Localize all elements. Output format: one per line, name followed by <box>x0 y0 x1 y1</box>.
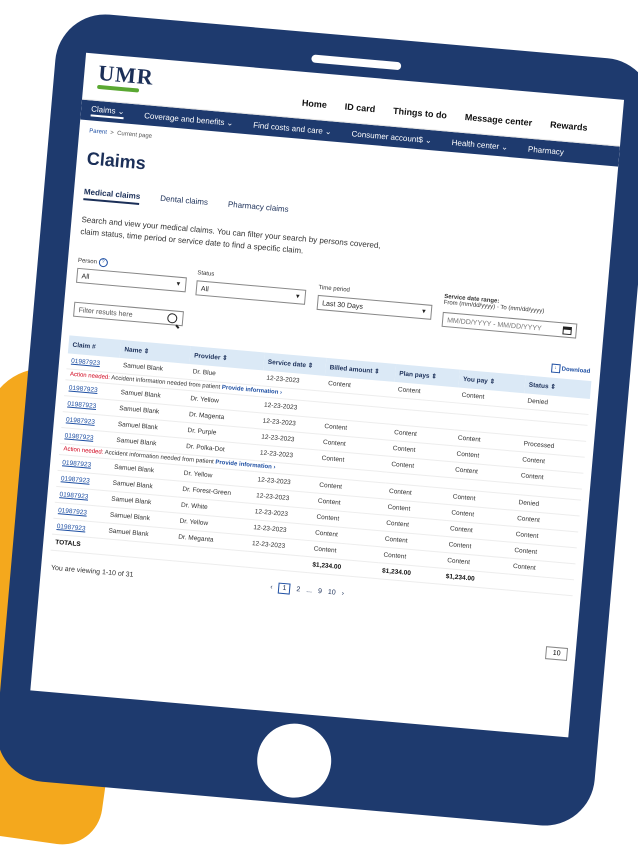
nav-pharmacy[interactable]: Pharmacy <box>528 144 565 156</box>
download-button[interactable]: ↓ Download <box>550 363 591 376</box>
time-period-select[interactable]: Last 30 Days ▼ <box>316 294 433 320</box>
breadcrumb-current: Current page <box>116 130 153 140</box>
top-nav-id-card[interactable]: ID card <box>344 102 375 115</box>
claims-table: Claim # Name ⇕ Provider ⇕ Service date ⇕… <box>50 335 592 596</box>
tablet-home-button[interactable] <box>254 720 335 801</box>
date-range-label: Service date range: From (mm/dd/yyyy) - T… <box>443 293 545 315</box>
tab-dental-claims[interactable]: Dental claims <box>159 194 209 211</box>
tablet-frame: UMR Home ID card Things to do Message ce… <box>0 10 638 830</box>
totals-label: TOTALS <box>50 534 104 555</box>
tablet-speaker <box>311 54 402 71</box>
breadcrumb-separator: > <box>109 130 114 137</box>
page-10-button[interactable]: 10 <box>328 589 336 597</box>
page-9-button[interactable]: 9 <box>318 588 323 595</box>
top-nav-rewards[interactable]: Rewards <box>550 120 588 133</box>
nav-consumer-accounts[interactable]: Consumer account$ ⌄ <box>351 129 432 145</box>
help-icon[interactable]: ? <box>98 257 108 268</box>
calendar-icon[interactable] <box>562 326 573 336</box>
top-nav-things-to-do[interactable]: Things to do <box>393 106 448 121</box>
person-select[interactable]: All ▼ <box>76 267 187 293</box>
chevron-down-icon: ▼ <box>420 308 428 316</box>
pagination: ‹ 1 2 ... 9 10 › <box>270 582 345 599</box>
breadcrumb-parent[interactable]: Parent <box>89 128 107 136</box>
tablet-screen: UMR Home ID card Things to do Message ce… <box>30 52 625 738</box>
page-1-button[interactable]: 1 <box>278 582 291 595</box>
prev-page-button[interactable]: ‹ <box>270 584 273 591</box>
nav-find-costs[interactable]: Find costs and care ⌄ <box>253 120 332 136</box>
nav-claims[interactable]: Claims ⌄ <box>90 104 125 120</box>
per-page-select[interactable]: 10 <box>545 646 569 662</box>
tab-pharmacy-claims[interactable]: Pharmacy claims <box>227 200 289 218</box>
date-range-input[interactable]: MM/DD/YYYY - MM/DD/YYYY <box>441 311 578 339</box>
chevron-down-icon: ▼ <box>294 293 301 301</box>
person-label: Person ? <box>78 256 108 268</box>
status-label: Status <box>197 270 215 278</box>
top-nav-message-center[interactable]: Message center <box>464 112 532 128</box>
status-select[interactable]: All ▼ <box>195 280 307 305</box>
chevron-down-icon: ▼ <box>175 281 182 288</box>
search-icon[interactable] <box>166 312 178 324</box>
viewing-count: You are viewing 1-10 of 31 <box>50 564 134 579</box>
page-ellipsis: ... <box>305 587 313 595</box>
next-page-button[interactable]: › <box>341 590 344 597</box>
page-2-button[interactable]: 2 <box>296 586 301 593</box>
nav-health-center[interactable]: Health center ⌄ <box>451 138 508 152</box>
filter-search-input[interactable]: Filter results here <box>73 301 184 327</box>
tab-medical-claims[interactable]: Medical claims <box>83 187 141 206</box>
nav-coverage[interactable]: Coverage and benefits ⌄ <box>144 111 234 128</box>
time-period-label: Time period <box>318 284 351 294</box>
download-icon: ↓ <box>550 363 561 374</box>
top-nav-home[interactable]: Home <box>302 98 328 110</box>
